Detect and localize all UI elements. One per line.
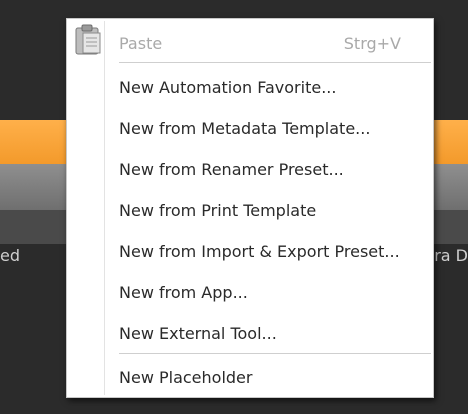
menu-item-label: New Automation Favorite... bbox=[119, 77, 337, 97]
menu-separator bbox=[119, 62, 431, 63]
menu-item-new-automation-favorite[interactable]: New Automation Favorite... bbox=[119, 68, 429, 106]
background-right-label: ra D bbox=[434, 246, 468, 265]
menu-item-label: New from Print Template bbox=[119, 200, 317, 220]
menu-item-new-from-print-template[interactable]: New from Print Template bbox=[119, 191, 429, 229]
menu-item-label: New Placeholder bbox=[119, 367, 253, 387]
menu-item-new-from-metadata-template[interactable]: New from Metadata Template... bbox=[119, 109, 429, 147]
context-menu: Paste Strg+V New Automation Favorite... … bbox=[66, 18, 434, 398]
menu-item-shortcut: Strg+V bbox=[343, 33, 401, 53]
menu-item-label: Paste bbox=[119, 33, 163, 53]
menu-separator bbox=[119, 353, 431, 354]
background-left-label: ed bbox=[0, 246, 20, 265]
menu-item-paste[interactable]: Paste Strg+V bbox=[119, 24, 429, 62]
menu-item-new-placeholder[interactable]: New Placeholder bbox=[119, 358, 429, 396]
menu-item-label: New External Tool... bbox=[119, 323, 277, 343]
menu-item-new-from-import-export-preset[interactable]: New from Import & Export Preset... bbox=[119, 232, 429, 270]
menu-item-label: New from App... bbox=[119, 282, 248, 302]
menu-item-label: New from Renamer Preset... bbox=[119, 159, 344, 179]
menu-item-new-external-tool[interactable]: New External Tool... bbox=[119, 314, 429, 352]
clipboard-icon bbox=[75, 24, 101, 55]
menu-item-new-from-app[interactable]: New from App... bbox=[119, 273, 429, 311]
menu-item-label: New from Import & Export Preset... bbox=[119, 241, 400, 261]
menu-icon-gutter bbox=[104, 21, 105, 395]
menu-item-label: New from Metadata Template... bbox=[119, 118, 371, 138]
menu-item-new-from-renamer-preset[interactable]: New from Renamer Preset... bbox=[119, 150, 429, 188]
